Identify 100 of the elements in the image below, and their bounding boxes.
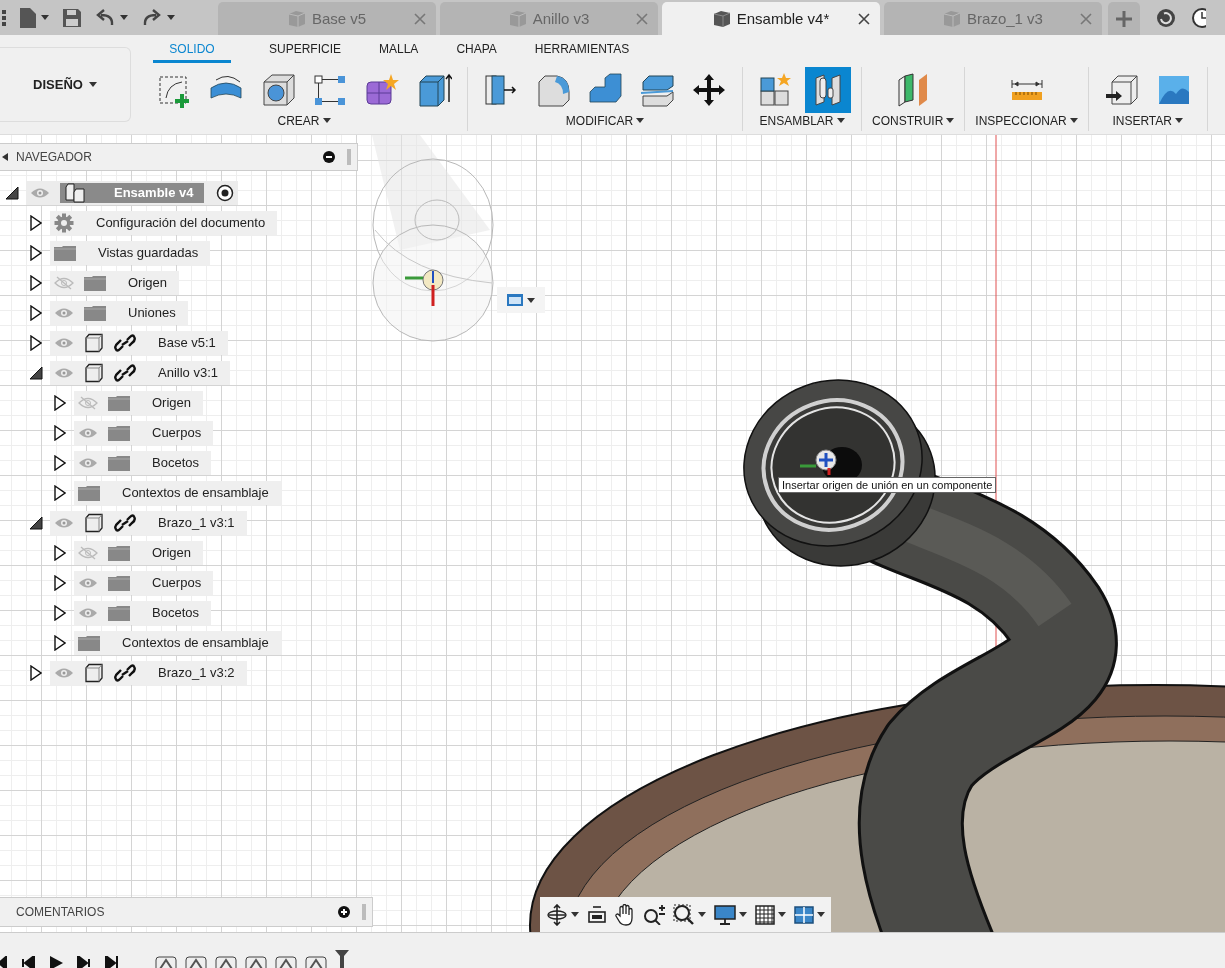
tree-row[interactable]: Configuración del documento <box>50 211 278 235</box>
timeline-joint-icon[interactable] <box>185 954 207 968</box>
tree-row[interactable]: Brazo_1 v3:2 <box>50 661 247 685</box>
viewports-button[interactable] <box>794 905 825 924</box>
active-radio-icon[interactable] <box>215 184 234 202</box>
display-settings-button[interactable] <box>714 904 747 925</box>
toolbar-tab[interactable]: SUPERFICIE <box>269 41 341 63</box>
caret-icon <box>698 912 706 917</box>
group-dropdown[interactable]: INSPECCIONAR <box>975 113 1078 128</box>
tree-row[interactable]: Contextos de ensamblaje <box>74 481 281 505</box>
tree-label: Contextos de ensamblaje <box>121 634 270 652</box>
joint-origin-icon <box>800 449 837 475</box>
tree-row[interactable]: Vistas guardadas <box>50 241 211 265</box>
tree-label: Bocetos <box>151 604 200 622</box>
tree-label: Ensamble v4 <box>90 183 204 203</box>
play-icon[interactable] <box>49 956 63 968</box>
tab-label: Brazo_1 v3 <box>967 10 1043 27</box>
expand-toggle[interactable] <box>28 245 44 261</box>
tree-row[interactable]: Origen <box>74 391 204 415</box>
tree-row[interactable]: Bocetos <box>74 601 211 625</box>
sync-icon[interactable] <box>1156 7 1176 28</box>
timeline-marker-icon[interactable] <box>335 950 349 968</box>
timeline-joint-icon[interactable] <box>215 954 237 968</box>
tree-row[interactable]: Origen <box>74 541 204 565</box>
file-menu-button[interactable] <box>20 7 49 28</box>
pan-hand-button[interactable] <box>615 903 635 926</box>
tab-label: Base v5 <box>311 10 367 27</box>
group-dropdown[interactable]: MODIFICAR <box>565 113 645 128</box>
expand-toggle[interactable] <box>52 545 68 561</box>
link-icon <box>114 663 136 683</box>
folder-icon <box>78 635 100 651</box>
timeline-joint-icon[interactable] <box>275 954 297 968</box>
expand-toggle[interactable] <box>52 455 68 471</box>
group-dropdown[interactable]: CREAR <box>277 113 331 128</box>
tree-row[interactable]: Cuerpos <box>74 421 214 445</box>
orbit-button[interactable] <box>546 903 579 926</box>
tree-row[interactable]: Cuerpos <box>74 571 214 595</box>
timeline-joint-icon[interactable] <box>305 954 327 968</box>
group-dropdown[interactable]: ENSAMBLAR <box>759 113 845 128</box>
caret-icon <box>778 912 786 917</box>
expand-toggle[interactable] <box>28 335 44 351</box>
tree-row[interactable]: Brazo_1 v3:1 <box>50 511 247 535</box>
tree-row[interactable]: Anillo v3:1 <box>50 361 230 385</box>
expand-toggle[interactable] <box>28 215 44 231</box>
undo-button[interactable] <box>95 8 128 27</box>
view-display-button[interactable] <box>497 287 545 313</box>
zoom-button[interactable] <box>643 904 665 925</box>
group-dropdown[interactable]: CONSTRUIR <box>872 113 955 128</box>
expand-toggle[interactable] <box>52 605 68 621</box>
expand-toggle[interactable] <box>52 425 68 441</box>
tree-row[interactable]: Base v5:1 <box>50 331 228 355</box>
expand-toggle[interactable] <box>28 275 44 291</box>
tree-row[interactable]: Bocetos <box>74 451 211 475</box>
grip-icon[interactable] <box>362 904 366 920</box>
look-at-button[interactable] <box>587 904 607 925</box>
expand-toggle[interactable] <box>28 516 44 530</box>
clock-icon[interactable] <box>1192 7 1206 28</box>
tree-row[interactable]: Contextos de ensamblaje <box>74 631 281 655</box>
step-back-icon[interactable] <box>21 956 35 968</box>
expand-toggle[interactable] <box>52 575 68 591</box>
zoom-window-button[interactable] <box>673 903 706 926</box>
expand-toggle[interactable] <box>28 366 44 380</box>
timeline-joint-icon[interactable] <box>155 954 177 968</box>
minus-circle-icon[interactable] <box>323 151 335 163</box>
expand-toggle[interactable] <box>28 305 44 321</box>
toolbar-tab[interactable]: CHAPA <box>456 41 497 63</box>
close-icon[interactable] <box>858 13 870 25</box>
timeline-joint-icon[interactable] <box>245 954 267 968</box>
grid-settings-button[interactable] <box>755 904 786 925</box>
expand-toggle[interactable] <box>52 635 68 651</box>
tree-row[interactable]: Origen <box>50 271 180 295</box>
expand-toggle[interactable] <box>52 485 68 501</box>
folder-icon <box>54 245 76 261</box>
toolbar-tab[interactable]: MALLA <box>379 41 419 63</box>
toolbar-tab[interactable]: HERRAMIENTAS <box>534 41 630 63</box>
gear-icon <box>54 213 74 233</box>
expand-toggle[interactable] <box>28 665 44 681</box>
toolbar-tab[interactable]: SOLIDO <box>153 41 231 63</box>
redo-button[interactable] <box>142 8 175 27</box>
document-tab[interactable]: Ensamble v4* <box>662 2 880 35</box>
go-to-end-icon[interactable] <box>105 956 119 968</box>
save-button[interactable] <box>63 8 81 27</box>
caret-icon <box>167 15 175 20</box>
grip-icon[interactable] <box>347 149 351 165</box>
tree-label: Brazo_1 v3:1 <box>157 514 236 532</box>
group-dropdown[interactable]: INSERTAR <box>1112 113 1183 128</box>
new-tab-button[interactable] <box>1108 2 1140 35</box>
expand-toggle[interactable] <box>4 186 20 200</box>
caret-icon <box>1069 118 1078 124</box>
plus-circle-icon[interactable] <box>338 906 350 918</box>
tree-row[interactable]: Uniones <box>50 301 188 325</box>
assembly-icon <box>64 183 86 203</box>
collapse-icon[interactable] <box>2 153 8 161</box>
step-forward-icon[interactable] <box>77 956 91 968</box>
expand-toggle[interactable] <box>52 395 68 411</box>
caret-icon <box>571 912 579 917</box>
workspace-dropdown[interactable]: DISEÑO <box>0 47 131 122</box>
joint-tool-button[interactable] <box>805 66 851 113</box>
cube-icon <box>84 363 104 383</box>
caret-icon <box>1175 118 1183 124</box>
